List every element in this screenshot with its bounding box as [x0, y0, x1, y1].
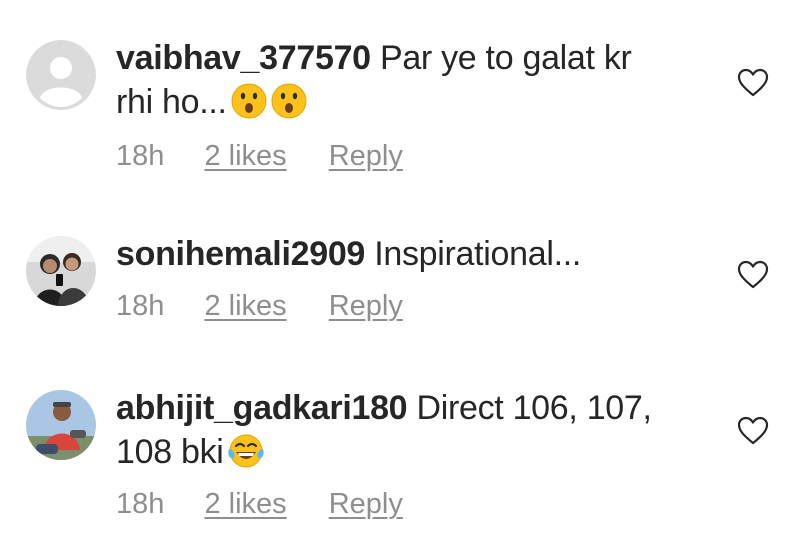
comment-username[interactable]: vaibhav_377570: [116, 39, 371, 77]
reply-button[interactable]: Reply: [329, 486, 403, 522]
heart-icon[interactable]: [737, 68, 769, 98]
comment-timestamp: 18h: [116, 488, 165, 520]
user-photo-icon: [26, 236, 96, 306]
likes-link[interactable]: 2 likes: [204, 138, 286, 174]
user-photo-icon: [26, 390, 96, 460]
likes-link[interactable]: 2 likes: [204, 288, 286, 324]
avatar[interactable]: [26, 390, 96, 460]
comment-meta: 18h 2 likes Reply: [116, 288, 403, 324]
comment-username[interactable]: abhijit_gadkari180: [116, 389, 408, 427]
default-avatar-icon: [26, 40, 96, 110]
comment-timestamp: 18h: [116, 290, 165, 322]
likes-link[interactable]: 2 likes: [204, 486, 286, 522]
comment-meta: 18h 2 likes Reply: [116, 486, 403, 522]
comment-meta: 18h 2 likes Reply: [116, 138, 403, 174]
avatar[interactable]: [26, 40, 96, 110]
comment-text: sonihemali2909 Inspirational...: [116, 232, 716, 276]
heart-icon[interactable]: [737, 260, 769, 290]
reply-button[interactable]: Reply: [329, 288, 403, 324]
tears-of-joy-emoji: [227, 434, 264, 468]
comment-text: abhijit_gadkari180 Direct 106, 107, 108 …: [116, 386, 716, 474]
comment-body: Inspirational...: [365, 235, 582, 273]
comment-body-line2: 108 bki: [116, 433, 224, 471]
astonished-face-emoji: [231, 83, 267, 119]
reply-button[interactable]: Reply: [329, 138, 403, 174]
comment-username[interactable]: sonihemali2909: [116, 235, 365, 273]
comment-body: Par ye to galat kr: [370, 39, 632, 77]
comment-timestamp: 18h: [116, 140, 165, 172]
astonished-face-emoji: [271, 83, 307, 119]
avatar[interactable]: [26, 236, 96, 306]
comment-body: Direct 106, 107,: [407, 389, 652, 427]
comment-body-line2: rhi ho...: [116, 83, 227, 121]
comment-text: vaibhav_377570 Par ye to galat kr rhi ho…: [116, 36, 716, 124]
heart-icon[interactable]: [737, 416, 769, 446]
